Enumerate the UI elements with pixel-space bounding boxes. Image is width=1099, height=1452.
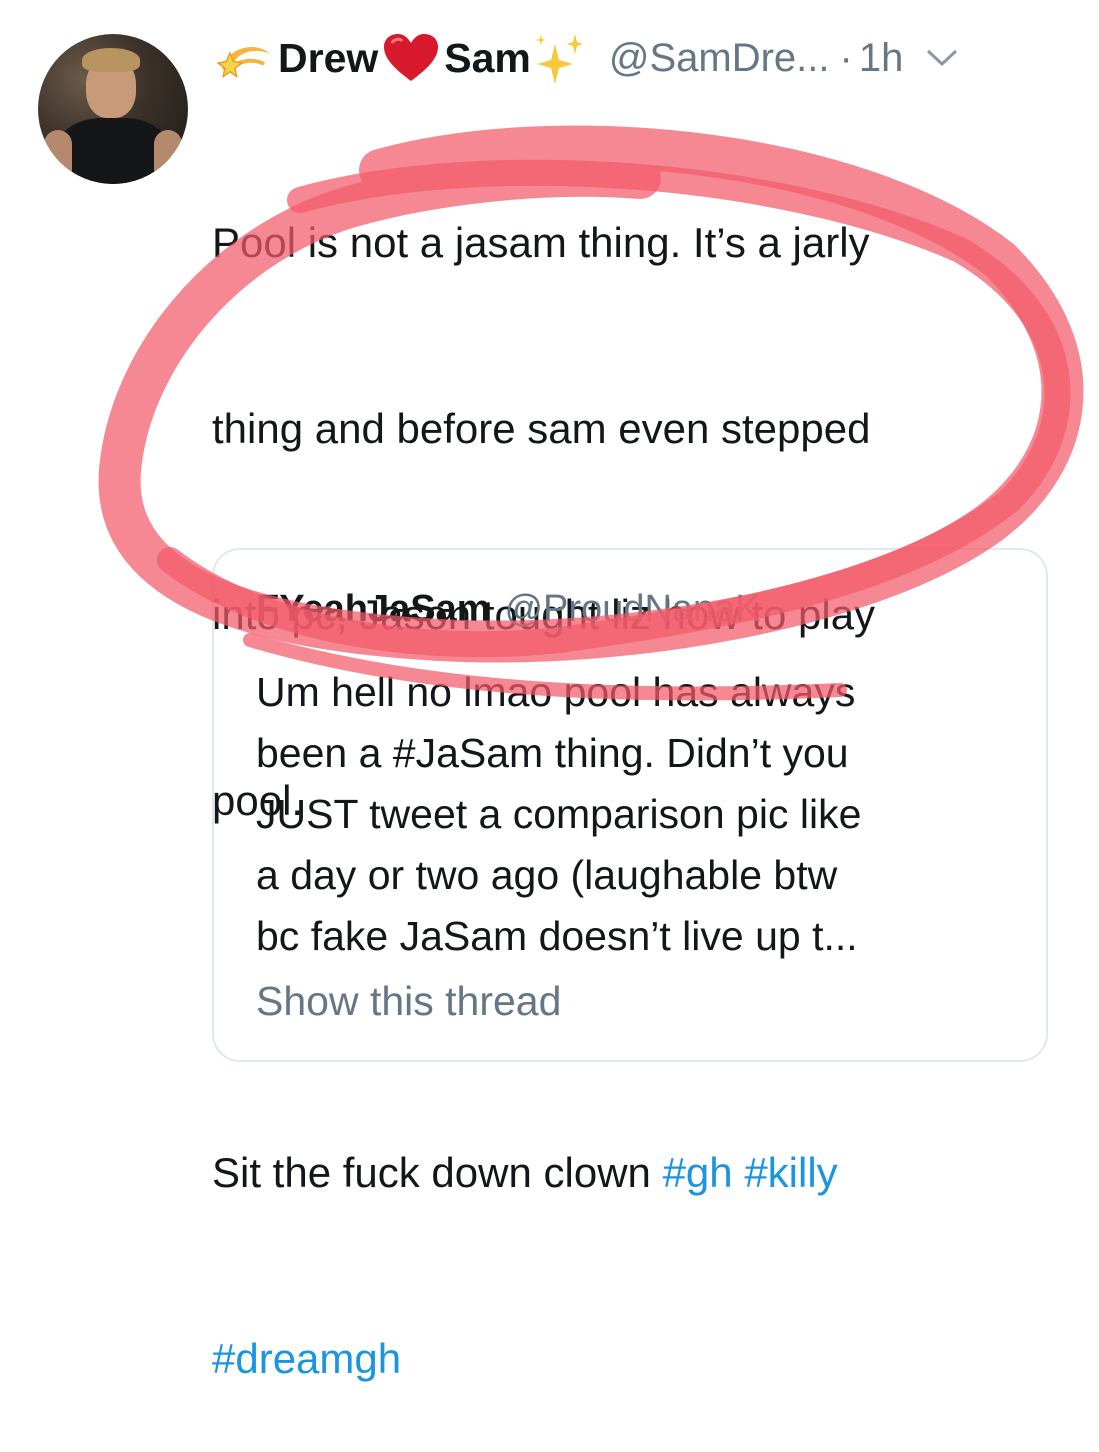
quoted-text-line: Um hell no lmao pool has always (256, 669, 856, 715)
author-name-2[interactable]: Sam (444, 35, 531, 82)
avatar-arm-right (154, 130, 182, 184)
hashtag-link[interactable]: #killy (744, 1149, 837, 1196)
quoted-text-line: been a #JaSam thing. Didn’t you (256, 730, 849, 776)
quoted-text-line: a day or two ago (laughable btw (256, 852, 838, 898)
tweet-header: Drew Sam @SamDre... · 1h (216, 28, 959, 88)
quoted-tweet-text: Um hell no lmao pool has always been a #… (256, 662, 1016, 967)
author-handle[interactable]: @SamDre... (609, 36, 830, 81)
avatar-shirt (56, 118, 170, 184)
tweet-hashtag-line: #dreamgh (212, 1328, 1052, 1390)
quoted-text-line: bc fake JaSam doesn’t live up t... (256, 913, 858, 959)
chevron-down-icon[interactable] (925, 48, 959, 68)
tweet-text-segment: Sit the fuck down clown (212, 1149, 663, 1196)
quoted-author-handle: @ProudNanaK (504, 588, 761, 630)
author-name[interactable]: Drew (278, 35, 378, 82)
tweet-text-line-with-hashtags: Sit the fuck down clown #gh #killy (212, 1142, 1052, 1204)
avatar-hair (82, 48, 140, 72)
quoted-tweet-card[interactable]: FYeahJaSam @ProudNanaK Um hell no lmao po… (212, 548, 1048, 1062)
show-thread-link[interactable]: Show this thread (256, 978, 561, 1025)
tweet-text-line: thing and before sam even stepped (212, 405, 871, 452)
tweet-text-line: Pool is not a jasam thing. It’s a jarly (212, 219, 870, 266)
quoted-text-line: JUST tweet a comparison pic like (256, 791, 862, 837)
avatar-arm-left (44, 130, 72, 184)
quoted-author-name: FYeahJaSam (256, 588, 491, 630)
avatar[interactable] (38, 34, 188, 184)
separator-dot: · (839, 35, 853, 80)
hashtag-link[interactable]: #dreamgh (212, 1335, 401, 1382)
tweet-timestamp[interactable]: 1h (859, 36, 904, 81)
dizzy-emoji-icon (216, 47, 270, 79)
sparkles-emoji-icon (535, 34, 583, 84)
hashtag-link[interactable]: #gh (663, 1149, 733, 1196)
quoted-tweet-header: FYeahJaSam @ProudNanaK (256, 588, 761, 631)
red-heart-emoji-icon (384, 34, 439, 81)
